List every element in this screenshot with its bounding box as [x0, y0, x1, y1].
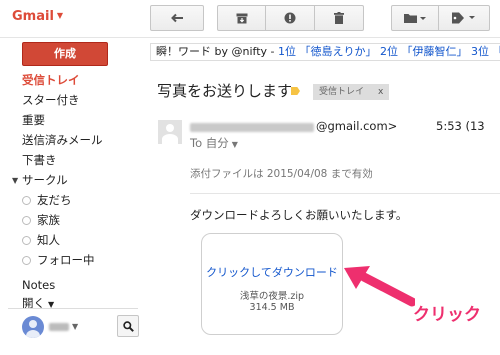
- label-chip-inbox: 受信トレイ x: [313, 84, 390, 100]
- web-clip-item-2[interactable]: 2位 「伊藤智仁」: [380, 45, 468, 58]
- important-marker-icon[interactable]: [291, 87, 300, 95]
- labels-icon: [452, 12, 475, 24]
- recipient-line: To 自分: [190, 136, 229, 150]
- chevron-down-icon: ▼: [231, 140, 238, 149]
- sidebar-more-toggle[interactable]: 開く ▼: [22, 295, 54, 313]
- download-card: クリックしてダウンロード 浅草の夜景.zip 314.5 MB: [201, 233, 343, 335]
- circle-following-icon: [22, 256, 31, 265]
- circles-expand-icon[interactable]: ▼: [12, 176, 18, 185]
- circle-friends-icon: [22, 196, 31, 205]
- web-clip-item-1[interactable]: 1位 「徳島えりか」: [278, 45, 377, 58]
- attachment-expiry-note: 添付ファイルは 2015/04/08 まで有効: [190, 168, 373, 180]
- sender-avatar: [158, 120, 182, 144]
- email-subject: 写真をお送りします: [157, 82, 293, 100]
- gmail-menu[interactable]: Gmail ▼: [12, 9, 63, 24]
- move-to-button[interactable]: [391, 5, 439, 31]
- sidebar-item-friends[interactable]: 友だち: [37, 192, 72, 210]
- back-arrow-icon: [171, 13, 183, 23]
- sidebar-item-circles[interactable]: サークル: [22, 172, 68, 190]
- sidebar-item-important[interactable]: 重要: [22, 112, 45, 130]
- web-clip-item-3[interactable]: 3位 「奇皇后」: [471, 45, 500, 58]
- sidebar-item-inbox[interactable]: 受信トレイ: [22, 72, 80, 90]
- label-chip-text: 受信トレイ: [319, 87, 365, 97]
- chevron-down-icon: ▼: [56, 11, 64, 20]
- move-to-folder-icon: [404, 14, 426, 23]
- labels-button[interactable]: [438, 5, 490, 31]
- sidebar-item-family[interactable]: 家族: [37, 212, 60, 230]
- search-people-button[interactable]: [117, 315, 139, 337]
- back-button[interactable]: [150, 5, 204, 31]
- sidebar-item-following[interactable]: フォロー中: [37, 252, 95, 270]
- attachment-file-name: 浅草の夜景.zip: [239, 291, 305, 302]
- message-time: 5:53 (13: [436, 119, 485, 133]
- sender-name-redacted: [190, 123, 314, 132]
- message-body: ダウンロードよろしくお願いいたします。: [190, 208, 408, 222]
- compose-button[interactable]: 作成: [22, 42, 108, 66]
- web-clip-lead: 瞬！ワード by @nifty -: [156, 45, 278, 58]
- archive-button[interactable]: [217, 5, 266, 31]
- annotation-label: クリック: [413, 305, 481, 325]
- report-spam-button[interactable]: [265, 5, 315, 31]
- gmail-logo-text: Gmail: [12, 9, 54, 24]
- message-divider: [190, 193, 500, 194]
- delete-icon: [334, 12, 344, 24]
- account-name-redacted: [49, 323, 69, 331]
- top-divider: [0, 37, 500, 38]
- download-link[interactable]: クリックしてダウンロード: [202, 264, 342, 280]
- sidebar-item-starred[interactable]: スター付き: [22, 92, 80, 110]
- chevron-down-icon[interactable]: ▼: [72, 322, 78, 331]
- attachment-file-size: 314.5 MB: [249, 302, 295, 313]
- sender-email: @gmail.com>: [316, 119, 398, 133]
- sidebar-item-notes[interactable]: Notes: [22, 278, 55, 296]
- account-avatar[interactable]: [22, 316, 44, 338]
- top-bar: Gmail ▼: [0, 0, 500, 36]
- report-spam-icon: [284, 12, 296, 24]
- sidebar-item-acquaintances[interactable]: 知人: [37, 232, 60, 250]
- delete-button[interactable]: [314, 5, 364, 31]
- recipient-details-toggle[interactable]: To 自分 ▼: [190, 135, 238, 151]
- annotation-arrow-icon: [344, 266, 415, 307]
- remove-label-icon[interactable]: x: [378, 87, 383, 97]
- circle-acquaintances-icon: [22, 236, 31, 245]
- sidebar-item-sent[interactable]: 送信済みメール: [22, 132, 103, 150]
- sidebar-divider: [8, 308, 138, 309]
- search-icon: [122, 320, 134, 332]
- sidebar-item-drafts[interactable]: 下書き: [22, 152, 57, 170]
- archive-icon: [236, 13, 247, 23]
- web-clip-bar: 瞬！ワード by @nifty - 1位 「徳島えりか」 2位 「伊藤智仁」 3…: [150, 43, 500, 61]
- circle-family-icon: [22, 216, 31, 225]
